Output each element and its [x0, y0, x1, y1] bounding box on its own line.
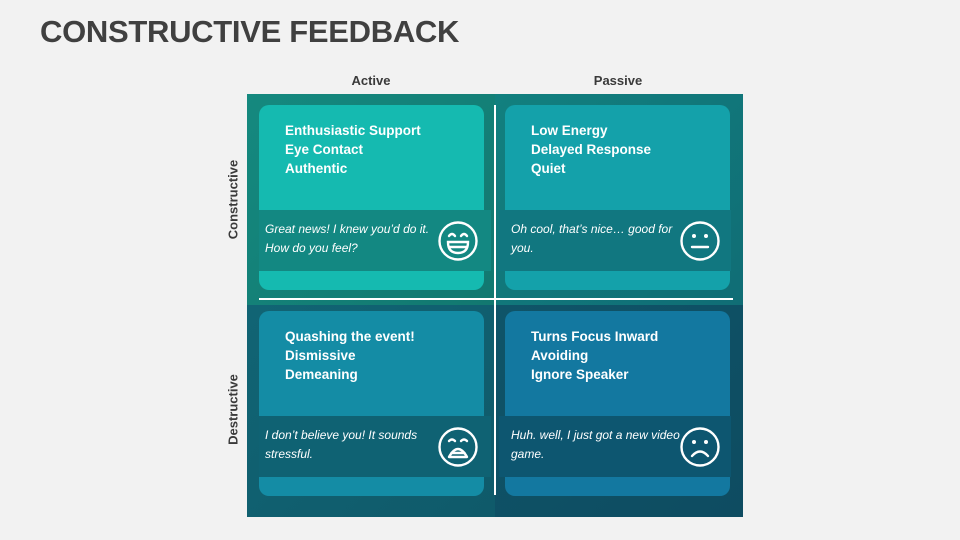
column-label-passive: Passive — [593, 73, 643, 88]
quadrant-passive-constructive: Low Energy Delayed Response Quiet Oh coo… — [495, 94, 743, 305]
quadrant-card: Turns Focus Inward Avoiding Ignore Speak… — [499, 311, 731, 496]
horizontal-divider — [259, 298, 733, 300]
behavior-list: Quashing the event! Dismissive Demeaning — [285, 327, 415, 384]
sad-face-icon — [679, 426, 721, 468]
behavior-item: Enthusiastic Support — [285, 123, 421, 138]
behavior-item: Authentic — [285, 161, 348, 176]
example-quote: Oh cool, that’s nice… good for you. — [511, 222, 673, 255]
laughing-face-icon — [437, 220, 479, 262]
quadrant-card: Quashing the event! Dismissive Demeaning… — [259, 311, 491, 496]
behavior-item: Ignore Speaker — [531, 367, 629, 382]
behavior-item: Low Energy — [531, 123, 608, 138]
quote-band: Huh. well, I just got a new video game. — [499, 416, 731, 477]
quadrant-card: Low Energy Delayed Response Quiet Oh coo… — [499, 105, 731, 290]
example-quote: Huh. well, I just got a new video game. — [511, 428, 680, 461]
behavior-item: Dismissive — [285, 348, 356, 363]
behavior-item: Eye Contact — [285, 142, 364, 157]
page-title: CONSTRUCTIVE FEEDBACK — [40, 14, 460, 49]
behavior-list: Enthusiastic Support Eye Contact Authent… — [285, 121, 421, 178]
quote-band: Oh cool, that’s nice… good for you. — [499, 210, 731, 271]
row-label-destructive: Destructive — [225, 374, 241, 445]
quadrant-passive-destructive: Turns Focus Inward Avoiding Ignore Speak… — [495, 305, 743, 517]
example-quote: Great news! I knew you’d do it. How do y… — [265, 222, 430, 255]
behavior-item: Demeaning — [285, 367, 358, 382]
behavior-list: Turns Focus Inward Avoiding Ignore Speak… — [531, 327, 658, 384]
behavior-item: Turns Focus Inward — [531, 329, 659, 344]
column-label-active: Active — [351, 73, 391, 88]
behavior-item: Delayed Response — [531, 142, 652, 157]
quadrant-active-constructive: Enthusiastic Support Eye Contact Authent… — [247, 94, 495, 305]
behavior-list: Low Energy Delayed Response Quiet — [531, 121, 651, 178]
row-label-constructive: Constructive — [225, 159, 241, 240]
distressed-face-icon — [437, 426, 479, 468]
quote-band: I don’t believe you! It sounds stressful… — [259, 416, 491, 477]
behavior-item: Quashing the event! — [285, 329, 415, 344]
example-quote: I don’t believe you! It sounds stressful… — [265, 428, 418, 461]
behavior-item: Avoiding — [531, 348, 589, 363]
quadrant-card: Enthusiastic Support Eye Contact Authent… — [259, 105, 491, 290]
behavior-item: Quiet — [531, 161, 566, 176]
vertical-divider — [494, 105, 496, 495]
quote-band: Great news! I knew you’d do it. How do y… — [259, 210, 491, 271]
neutral-face-icon — [679, 220, 721, 262]
quadrant-active-destructive: Quashing the event! Dismissive Demeaning… — [247, 305, 495, 517]
